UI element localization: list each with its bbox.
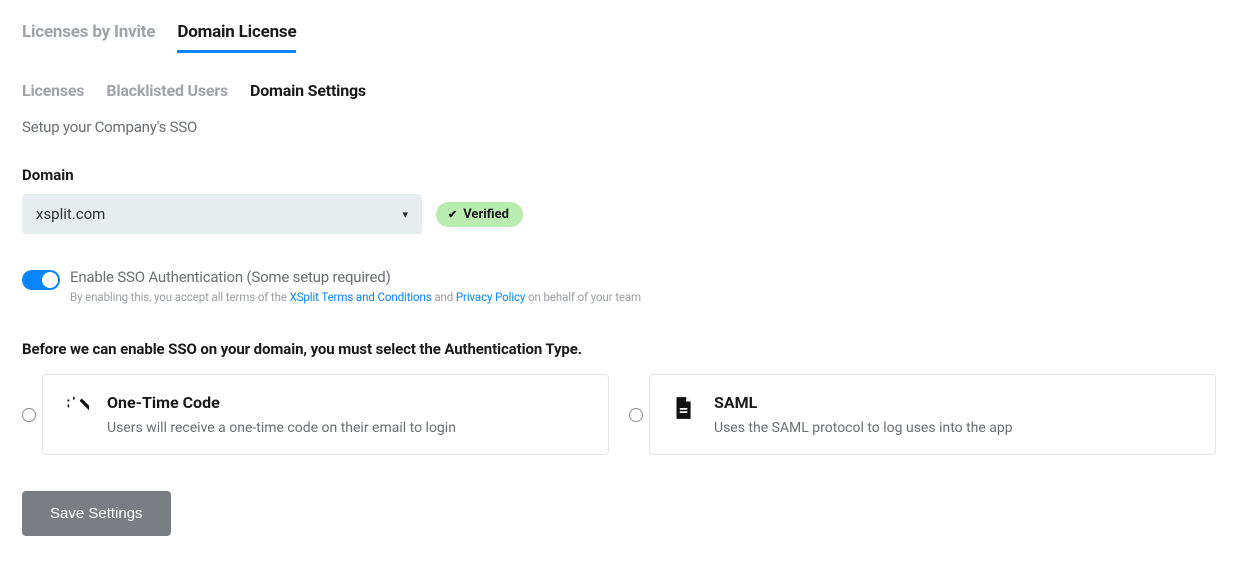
domain-row: xsplit.com ▾ ✔ Verified	[22, 194, 1216, 234]
tab-licenses-by-invite[interactable]: Licenses by Invite	[22, 22, 155, 53]
tab-domain-license[interactable]: Domain License	[177, 22, 296, 53]
privacy-link[interactable]: Privacy Policy	[456, 290, 525, 304]
domain-field-label: Domain	[22, 166, 1216, 184]
toggle-knob	[42, 272, 58, 288]
terms-link[interactable]: XSplit Terms and Conditions	[290, 290, 432, 304]
document-icon	[670, 395, 696, 421]
verified-badge: ✔ Verified	[436, 202, 523, 227]
subtab-blacklisted-users[interactable]: Blacklisted Users	[106, 81, 228, 100]
domain-select-value: xsplit.com	[36, 205, 105, 223]
save-settings-button[interactable]: Save Settings	[22, 491, 171, 536]
check-icon: ✔	[448, 208, 457, 221]
subtab-licenses[interactable]: Licenses	[22, 81, 84, 100]
auth-options: One-Time Code Users will receive a one-t…	[22, 374, 1216, 455]
enable-sso-toggle[interactable]	[22, 270, 60, 290]
subtab-domain-settings[interactable]: Domain Settings	[250, 81, 366, 100]
page-subtitle: Setup your Company's SSO	[22, 118, 1216, 136]
auth-desc-saml: Uses the SAML protocol to log uses into …	[714, 420, 1013, 436]
sso-toggle-fineprint: By enabling this, you accept all terms o…	[70, 290, 641, 304]
auth-desc-otc: Users will receive a one-time code on th…	[107, 420, 456, 436]
radio-saml[interactable]	[629, 408, 643, 422]
secondary-tabs: Licenses Blacklisted Users Domain Settin…	[22, 81, 1216, 100]
radio-one-time-code[interactable]	[22, 408, 36, 422]
auth-title-otc: One-Time Code	[107, 393, 456, 412]
sso-toggle-row: Enable SSO Authentication (Some setup re…	[22, 268, 1216, 304]
chevron-down-icon: ▾	[402, 208, 408, 221]
sso-toggle-title: Enable SSO Authentication (Some setup re…	[70, 268, 641, 286]
primary-tabs: Licenses by Invite Domain License	[22, 22, 1216, 53]
auth-card-one-time-code[interactable]: One-Time Code Users will receive a one-t…	[42, 374, 609, 455]
auth-option-saml: SAML Uses the SAML protocol to log uses …	[629, 374, 1216, 455]
auth-type-heading: Before we can enable SSO on your domain,…	[22, 340, 1216, 358]
auth-card-saml[interactable]: SAML Uses the SAML protocol to log uses …	[649, 374, 1216, 455]
verified-label: Verified	[463, 207, 509, 222]
domain-select[interactable]: xsplit.com ▾	[22, 194, 422, 234]
magic-wand-icon	[63, 395, 89, 421]
auth-option-otc: One-Time Code Users will receive a one-t…	[22, 374, 609, 455]
sso-toggle-text: Enable SSO Authentication (Some setup re…	[70, 268, 641, 304]
auth-title-saml: SAML	[714, 393, 1013, 412]
